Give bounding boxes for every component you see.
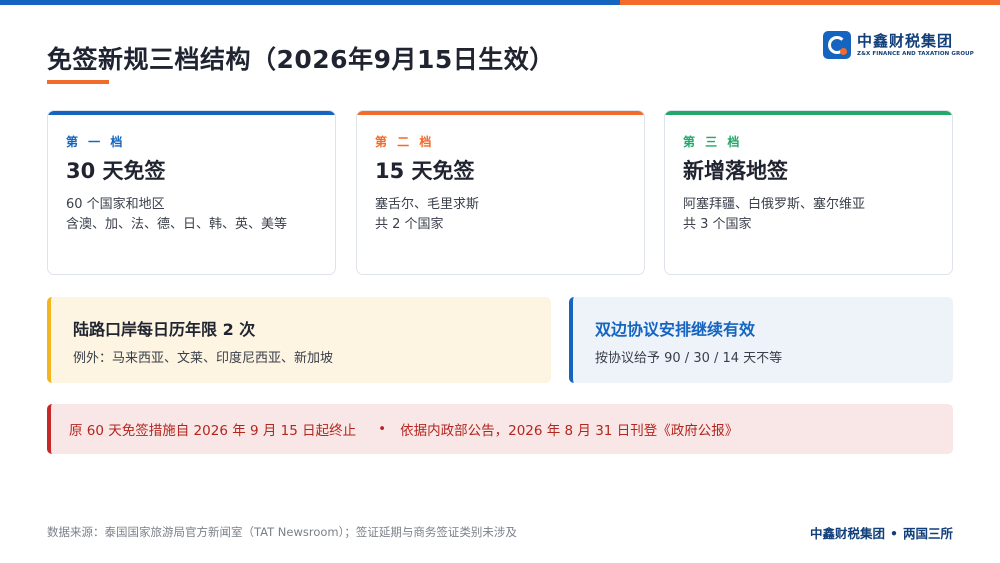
tier-card-1: 第 一 档 30 天免签 60 个国家和地区 含澳、加、法、德、日、韩、英、美等 [47, 110, 336, 275]
logo-name-cn: 中鑫财税集团 [857, 32, 954, 50]
bilateral-title: 双边协议安排继续有效 [595, 320, 756, 339]
tier-label: 第 一 档 [66, 135, 126, 149]
data-source: 数据来源：泰国国家旅游局官方新闻室（TAT Newsroom）；签证延期与商务签… [47, 525, 517, 539]
tier-description: 阿塞拜疆、白俄罗斯、塞尔维亚 共 3 个国家 [683, 195, 865, 235]
land-border-title: 陆路口岸每日历年限 2 次 [73, 320, 256, 339]
footer-brand: 中鑫财税集团 • 两国三所 [810, 523, 953, 542]
top-accent-orange [620, 0, 1000, 5]
bilateral-text: 按协议给予 90 / 30 / 14 天不等 [595, 351, 783, 366]
tier-card-2: 第 二 档 15 天免签 塞舌尔、毛里求斯 共 2 个国家 [356, 110, 645, 275]
tier-desc-line: 共 3 个国家 [683, 217, 752, 232]
logo-text: 中鑫财税集团 Z&X FINANCE AND TAXATION GROUP [857, 32, 974, 58]
tier-heading: 新增落地签 [683, 159, 788, 183]
tier-card-band [357, 111, 644, 115]
notice-separator: • [378, 421, 387, 437]
tier-desc-line: 阿塞拜疆、白俄罗斯、塞尔维亚 [683, 197, 866, 212]
company-logo: 中鑫财税集团 Z&X FINANCE AND TAXATION GROUP [823, 31, 974, 59]
tier-card-3: 第 三 档 新增落地签 阿塞拜疆、白俄罗斯、塞尔维亚 共 3 个国家 [664, 110, 953, 275]
tier-desc-line: 塞舌尔、毛里求斯 [375, 197, 480, 212]
title-underline [47, 80, 109, 84]
top-accent-bar [0, 0, 1000, 5]
logo-icon [823, 31, 851, 59]
tier-desc-line: 60 个国家和地区 [66, 197, 165, 212]
tier-card-band [665, 111, 952, 115]
tier-label: 第 二 档 [375, 135, 435, 149]
top-accent-blue [0, 0, 620, 5]
page-title: 免签新规三档结构（2026年9月15日生效） [47, 45, 555, 74]
footer-brand-name: 中鑫财税集团 [809, 526, 885, 541]
tier-card-band [48, 111, 335, 115]
notice-termination: 原 60 天免签措施自 2026 年 9 月 15 日起终止 [69, 423, 357, 439]
tier-description: 塞舌尔、毛里求斯 共 2 个国家 [375, 195, 479, 235]
land-border-text: 例外：马来西亚、文莱、印度尼西亚、新加坡 [73, 351, 334, 366]
footer-brand-tagline: 两国三所 [902, 526, 953, 541]
land-border-panel: 陆路口岸每日历年限 2 次 例外：马来西亚、文莱、印度尼西亚、新加坡 [47, 297, 551, 383]
tier-heading: 15 天免签 [375, 159, 475, 183]
tier-label: 第 三 档 [683, 135, 743, 149]
termination-notice: 原 60 天免签措施自 2026 年 9 月 15 日起终止 • 依据内政部公告… [47, 404, 953, 454]
tier-heading: 30 天免签 [66, 159, 166, 183]
tier-description: 60 个国家和地区 含澳、加、法、德、日、韩、英、美等 [66, 195, 287, 235]
footer-brand-separator: • [889, 526, 898, 541]
bilateral-panel: 双边协议安排继续有效 按协议给予 90 / 30 / 14 天不等 [569, 297, 953, 383]
notice-gazette: 依据内政部公告，2026 年 8 月 31 日刊登《政府公报》 [400, 423, 739, 439]
logo-name-en: Z&X FINANCE AND TAXATION GROUP [857, 51, 974, 57]
tier-desc-line: 共 2 个国家 [375, 217, 444, 232]
tier-desc-line: 含澳、加、法、德、日、韩、英、美等 [66, 217, 288, 232]
